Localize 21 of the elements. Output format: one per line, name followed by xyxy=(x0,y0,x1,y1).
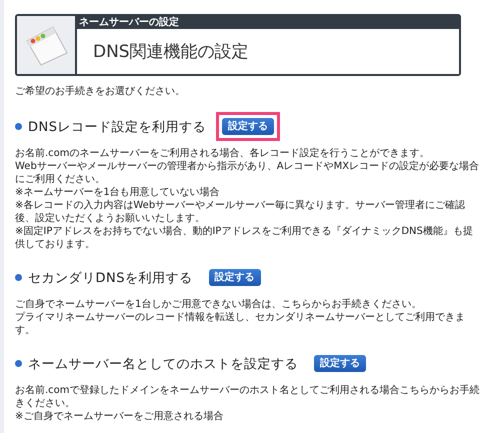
section-heading: セカンダリDNSを利用する xyxy=(28,270,192,286)
setup-button[interactable]: 設定する xyxy=(314,355,366,372)
description-text: ※ネームサーバーを1台も用意していない場合 xyxy=(15,186,221,199)
description-text: お名前.comで登録したドメインをネームサーバーのホスト名としてご利用される場合こちらからお手続きください。 xyxy=(15,384,480,410)
section-heading: DNSレコード設定を利用する xyxy=(28,118,206,136)
description-text: プライマリネームサーバーのレコード情報を転送し、セカンダリネームサーバーとしてご利用できます。 xyxy=(15,311,466,337)
section-heading: ネームサーバー名としてのホストを設定する xyxy=(28,356,298,372)
description-text: ※ご自身でネームサーバーをご用意される場合 xyxy=(15,410,224,423)
bullet-icon xyxy=(15,274,22,281)
description-text: ご自身でネームサーバーを1台しかご用意できない場合は、こちらからお手続きください。 xyxy=(15,298,422,311)
section-category: ネームサーバーの設定 xyxy=(78,16,180,29)
intro-text: ご希望のお手続きをお選びください。 xyxy=(15,84,186,98)
description-text: Webサーバーやメールサーバーの管理者から指示があり、AレコードやMXレコードの設定が必要な場合にご利用ください。 xyxy=(15,160,480,186)
setup-button[interactable]: 設定する xyxy=(222,118,274,135)
page-title: DNS関連機能の設定 xyxy=(77,29,459,74)
description-text: お名前.comのネームサーバーをご利用される場合、各レコード設定を行うことができます。 xyxy=(15,147,431,160)
description-text: ※固定IPアドレスをお持ちでない場合、動的IPアドレスをご利用できる『ダイナミックDNS機能』も提供しております。 xyxy=(15,225,474,251)
bullet-icon xyxy=(15,123,22,130)
description-text: ※各レコードの入力内容はWebサーバーやメールサーバー毎に異なります。サーバー管理者にご確認後、設定いただくようお願いいたします。 xyxy=(15,199,466,225)
bullet-icon xyxy=(15,360,22,367)
setup-button[interactable]: 設定する xyxy=(208,269,260,286)
